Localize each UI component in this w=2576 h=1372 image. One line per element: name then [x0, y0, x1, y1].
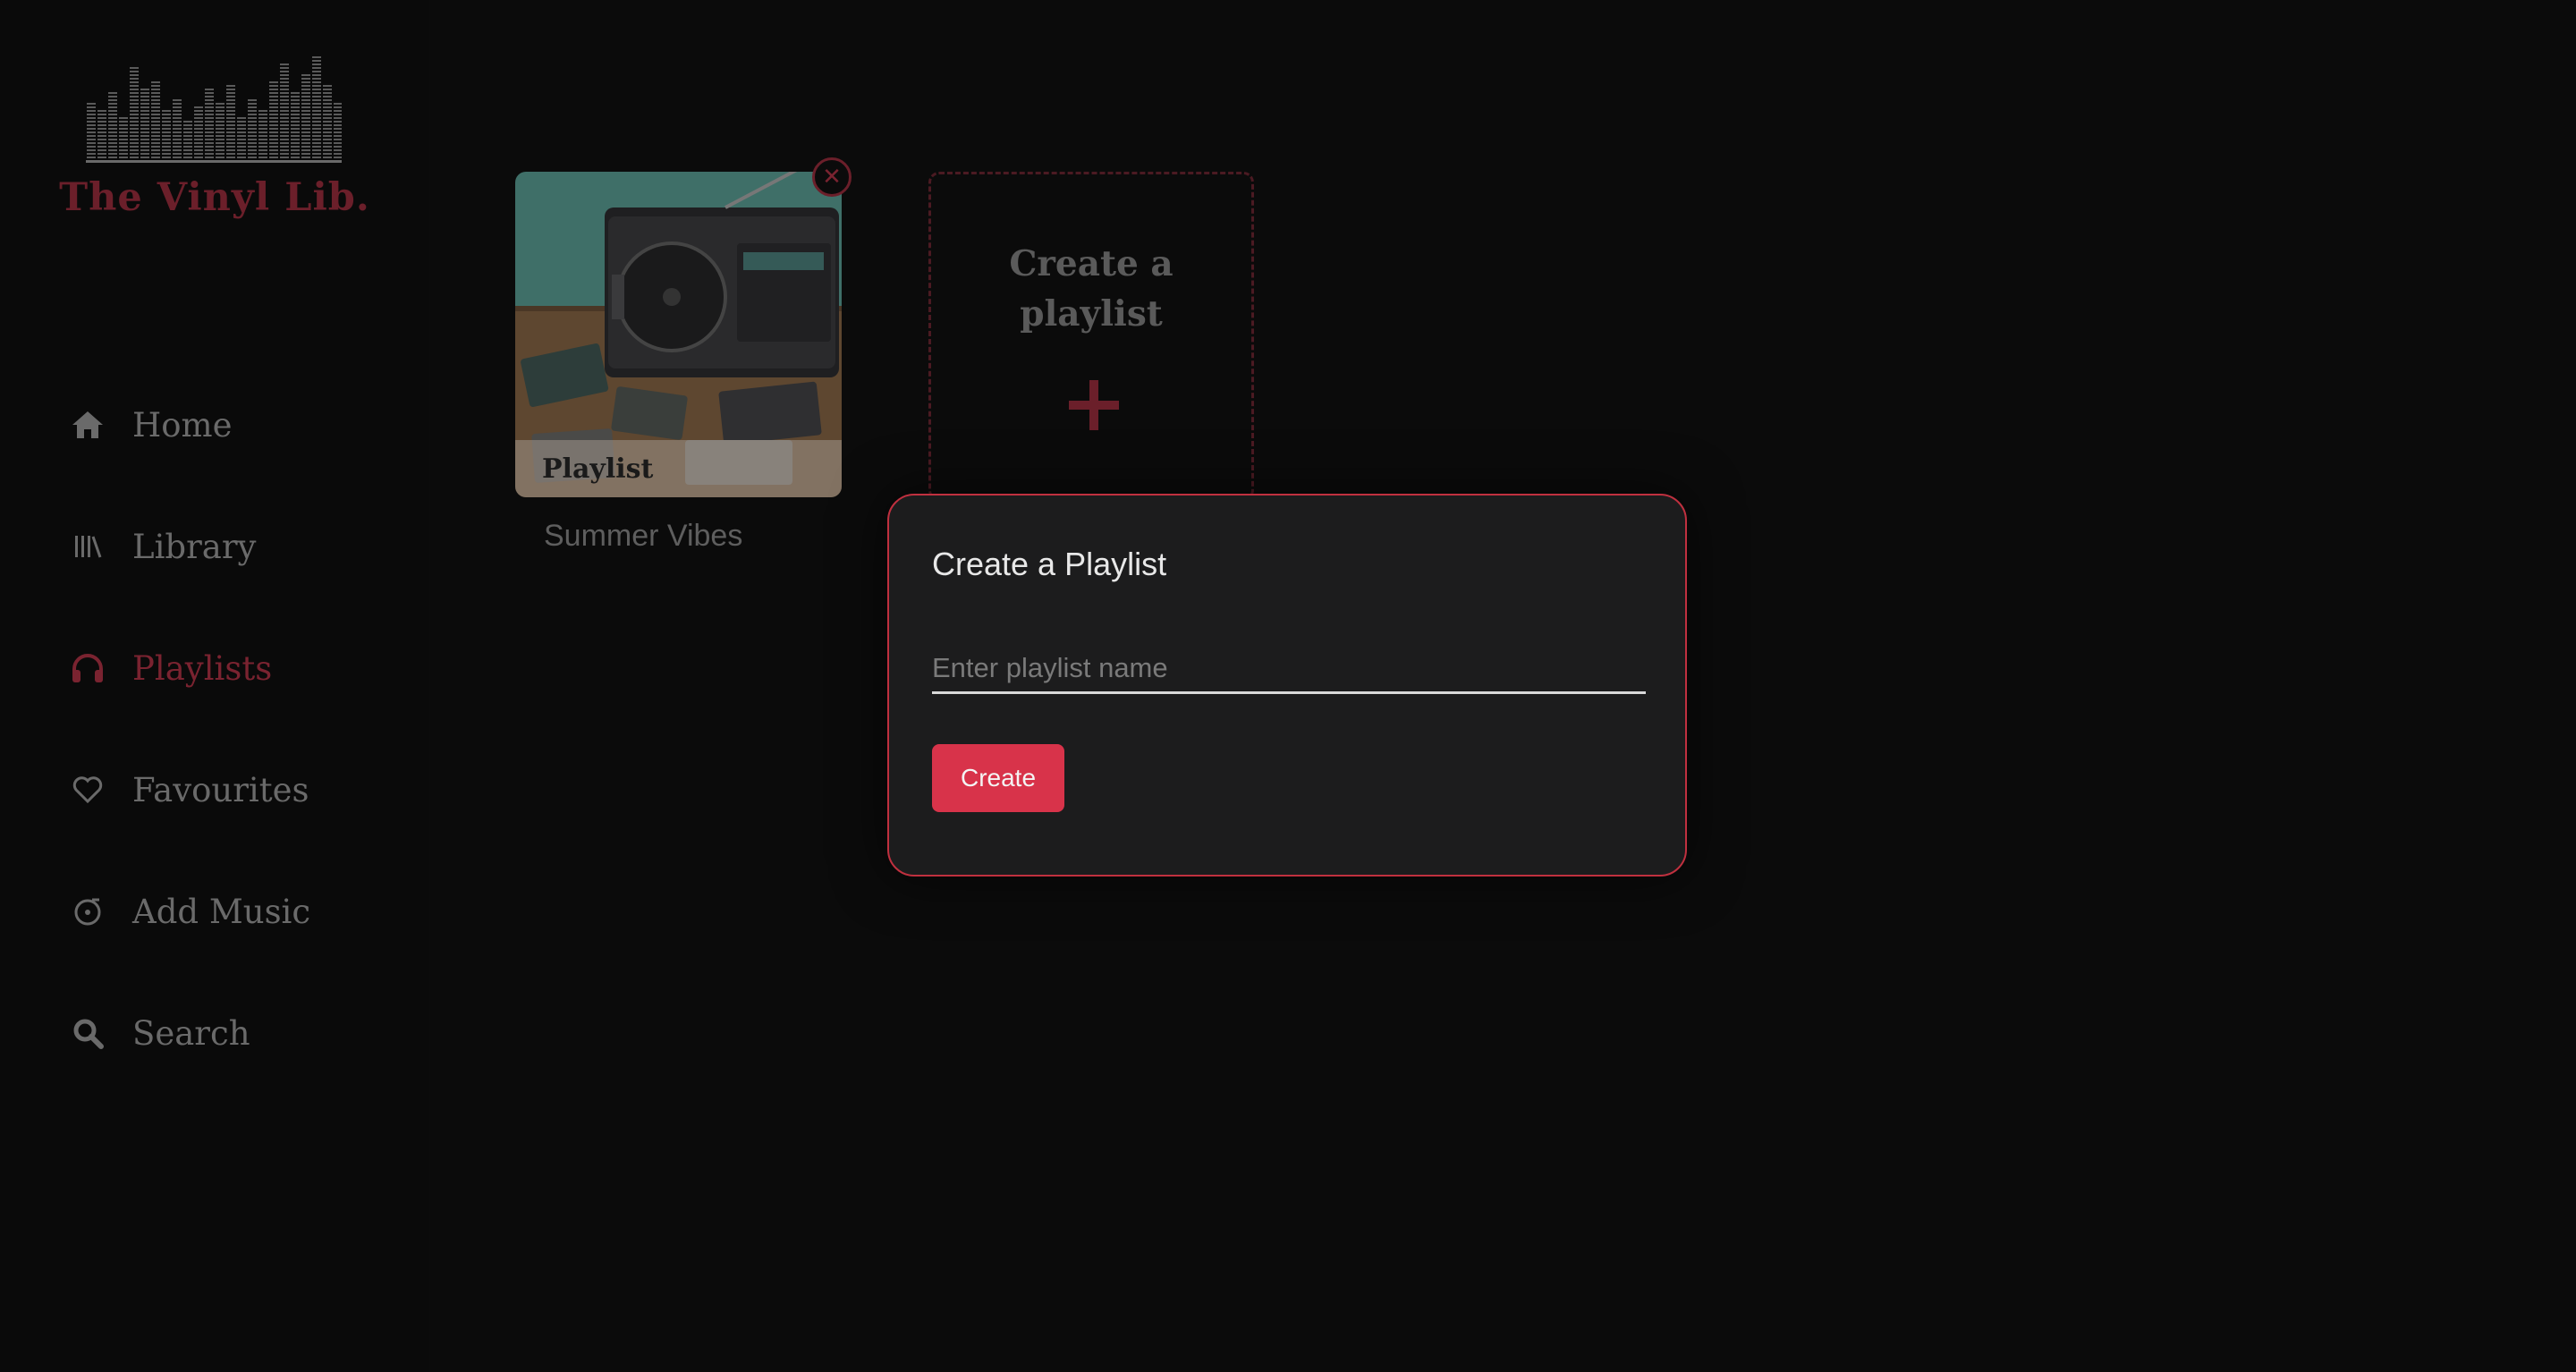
plus-icon	[1069, 380, 1119, 430]
nav-label-search: Search	[132, 1013, 250, 1053]
library-icon	[70, 529, 106, 564]
remove-playlist-button[interactable]: ✕	[812, 157, 852, 197]
nav-item-home[interactable]: Home	[70, 394, 392, 456]
create-playlist-card-title: Create a playlist	[1009, 243, 1174, 335]
playlist-name-input[interactable]	[932, 644, 1646, 694]
music-disc-icon	[70, 893, 106, 929]
nav-label-add-music: Add Music	[132, 892, 311, 931]
modal-title: Create a Playlist	[932, 546, 1167, 582]
create-playlist-card[interactable]: Create a playlist	[928, 172, 1254, 501]
equalizer-logo-icon	[86, 56, 342, 163]
playlist-name[interactable]: Summer Vibes	[544, 519, 742, 554]
nav-item-add-music[interactable]: Add Music	[70, 880, 392, 943]
playlist-badge: Playlist	[515, 440, 842, 497]
sidebar: The Vinyl Lib. Home Library Playlists Fa…	[0, 0, 429, 1372]
nav-item-library[interactable]: Library	[70, 515, 392, 578]
playlist-card[interactable]: Playlist	[515, 172, 842, 497]
app-logo-text: The Vinyl Lib.	[59, 175, 370, 220]
create-playlist-modal: Create a Playlist Create	[887, 494, 1687, 877]
nav-item-playlists[interactable]: Playlists	[70, 637, 392, 699]
nav-label-playlists: Playlists	[132, 648, 273, 688]
heart-icon	[70, 772, 106, 808]
nav-label-home: Home	[132, 405, 233, 445]
headphones-icon	[70, 650, 106, 686]
home-icon	[70, 407, 106, 443]
search-icon	[70, 1015, 106, 1051]
close-icon: ✕	[822, 164, 842, 191]
create-button[interactable]: Create	[932, 744, 1064, 812]
nav-label-favourites: Favourites	[132, 770, 309, 809]
nav-item-favourites[interactable]: Favourites	[70, 758, 392, 821]
nav-item-search[interactable]: Search	[70, 1002, 392, 1064]
nav-label-library: Library	[132, 527, 257, 566]
